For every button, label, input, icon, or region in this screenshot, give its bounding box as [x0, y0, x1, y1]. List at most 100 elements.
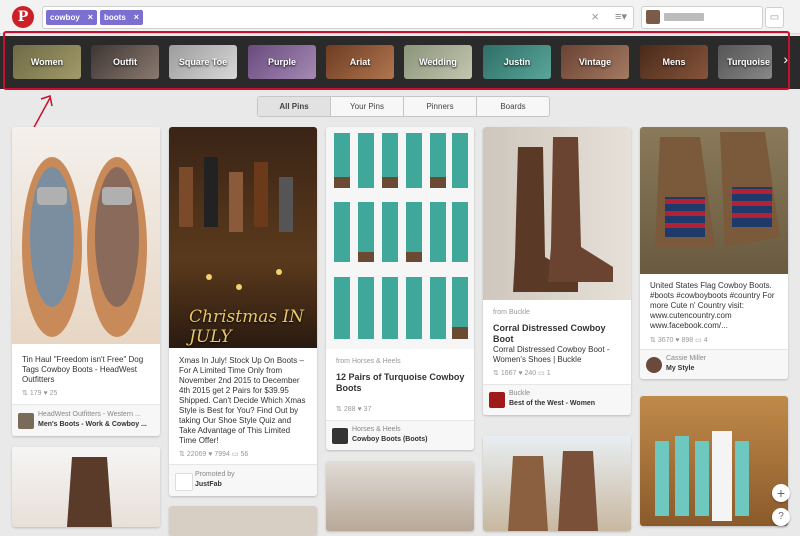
add-pin-icon[interactable]: +	[772, 484, 790, 502]
remove-token-icon[interactable]: ×	[134, 10, 139, 25]
pin-title[interactable]: 12 Pairs of Turquoise Cowboy Boots	[336, 372, 466, 394]
like-icon: ♥	[43, 390, 48, 397]
repin-icon: ⇅	[336, 406, 342, 413]
pin-attribution[interactable]: HeadWest Outfitters - Western ... Men's …	[12, 404, 160, 436]
repin-icon: ⇅	[22, 390, 28, 397]
promo-overlay-text: Christmas IN JULY	[189, 307, 305, 347]
tab-boards[interactable]: Boards	[477, 97, 549, 116]
like-count: 898	[681, 337, 694, 344]
pin-image[interactable]	[483, 436, 631, 531]
search-menu-icon[interactable]: ≡▾	[615, 10, 627, 23]
pin-card[interactable]	[640, 396, 788, 526]
pin-description: Corral Distressed Cowboy Boot - Women's …	[493, 345, 610, 364]
advertiser-name[interactable]: JustFab	[195, 481, 222, 488]
pin-card[interactable]	[169, 506, 317, 536]
pin-image[interactable]	[12, 127, 160, 344]
tab-pinners[interactable]: Pinners	[404, 97, 477, 116]
like-count: 7994	[214, 451, 230, 458]
like-icon: ♥	[675, 337, 680, 344]
pin-image[interactable]	[326, 461, 474, 531]
pin-description: Tin Haul "Freedom isn't Free" Dog Tags C…	[22, 355, 144, 384]
pin-attribution[interactable]: Cassie Miller My Style	[640, 349, 788, 379]
token-label: boots	[104, 13, 126, 22]
comment-count: 56	[240, 451, 249, 458]
board-name[interactable]: Cowboy Boots (Boots)	[352, 436, 427, 443]
pin-card[interactable]: Tin Haul "Freedom isn't Free" Dog Tags C…	[12, 127, 160, 436]
comment-count: 1	[546, 370, 551, 377]
search-token-cowboy[interactable]: cowboy ×	[46, 10, 98, 25]
pin-image[interactable]	[326, 127, 474, 349]
pin-title[interactable]: Corral Distressed Cowboy Boot	[493, 323, 623, 345]
comment-icon: ▭	[695, 337, 702, 344]
help-icon[interactable]: ?	[772, 508, 790, 526]
pin-image[interactable]	[640, 127, 788, 274]
tab-your-pins[interactable]: Your Pins	[331, 97, 404, 116]
repin-count: 3670	[657, 337, 674, 344]
tab-all-pins[interactable]: All Pins	[258, 97, 331, 116]
clear-search-icon[interactable]: ×	[591, 9, 599, 24]
username-redacted	[664, 13, 704, 21]
pin-card[interactable]: United States Flag Cowboy Boots. #boots …	[640, 127, 788, 379]
pin-image[interactable]	[169, 506, 317, 536]
pin-stats: ⇅ 1667 ♥ 240 ▭ 1	[493, 369, 551, 377]
pin-stats: ⇅ 22069 ♥ 7994 ▭ 56	[179, 450, 248, 458]
pin-image[interactable]	[12, 447, 160, 527]
pin-stats: ⇅ 179 ♥ 25	[22, 389, 57, 397]
source-avatar	[18, 413, 34, 429]
result-filter-tabs: All Pins Your Pins Pinners Boards	[257, 96, 550, 117]
pin-stats: ⇅ 288 ♥ 37	[336, 405, 371, 413]
comment-icon: ▭	[231, 451, 239, 458]
pin-attribution[interactable]: Buckle Best of the West - Women	[483, 384, 631, 415]
pin-source[interactable]: from Buckle	[493, 309, 530, 316]
repin-icon: ⇅	[650, 337, 656, 344]
repin-count: 179	[29, 390, 42, 397]
top-bar: P cowboy × boots × × ≡▾ ▭	[0, 0, 800, 34]
pin-attribution[interactable]: Horses & Heels Cowboy Boots (Boots)	[326, 420, 474, 450]
avatar	[646, 10, 660, 24]
source-name[interactable]: HeadWest Outfitters - Western ...	[38, 411, 141, 418]
messages-icon[interactable]: ▭	[765, 7, 784, 28]
board-name[interactable]: Best of the West - Women	[509, 400, 595, 407]
comment-count: 4	[703, 337, 708, 344]
pinterest-logo-icon[interactable]: P	[12, 6, 34, 28]
board-name[interactable]: My Style	[666, 365, 694, 372]
pin-card[interactable]: from Buckle Corral Distressed Cowboy Boo…	[483, 127, 631, 415]
pin-attribution[interactable]: Promoted by JustFab	[169, 464, 317, 496]
pin-card[interactable]	[326, 461, 474, 531]
pin-card[interactable]	[483, 436, 631, 531]
repin-count: 1667	[500, 370, 517, 377]
remove-token-icon[interactable]: ×	[88, 10, 93, 25]
like-icon: ♥	[357, 406, 362, 413]
search-input[interactable]: cowboy × boots × × ≡▾	[42, 6, 634, 29]
pin-stats: ⇅ 3670 ♥ 898 ▭ 4	[650, 336, 708, 344]
pinner-name[interactable]: Cassie Miller	[666, 355, 706, 362]
user-profile-button[interactable]	[641, 6, 763, 29]
pin-image[interactable]	[483, 127, 631, 300]
like-icon: ♥	[208, 451, 213, 458]
comment-icon: ▭	[538, 370, 545, 377]
buckle-logo-icon	[489, 392, 505, 408]
pin-card[interactable]	[12, 447, 160, 527]
pin-image[interactable]	[640, 396, 788, 526]
like-count: 25	[49, 390, 58, 397]
board-name[interactable]: Men's Boots - Work & Cowboy ...	[38, 421, 147, 428]
repin-count: 22069	[186, 451, 207, 458]
promoted-label: Promoted by	[195, 471, 235, 478]
source-avatar	[332, 428, 348, 444]
like-count: 37	[363, 406, 372, 413]
pin-description: Xmas In July! Stock Up On Boots – For A …	[179, 356, 306, 445]
annotation-box	[3, 31, 790, 90]
pin-card[interactable]: from Horses & Heels 12 Pairs of Turquois…	[326, 127, 474, 450]
source-name[interactable]: Horses & Heels	[352, 426, 401, 433]
repin-count: 288	[343, 406, 356, 413]
pin-description: United States Flag Cowboy Boots. #boots …	[650, 281, 775, 330]
repin-icon: ⇅	[179, 451, 185, 458]
pin-source[interactable]: from Horses & Heels	[336, 358, 401, 365]
pin-card[interactable]: Christmas IN JULY Xmas In July! Stock Up…	[169, 127, 317, 496]
source-name[interactable]: Buckle	[509, 390, 530, 397]
token-label: cowboy	[50, 13, 80, 22]
search-token-boots[interactable]: boots ×	[100, 10, 144, 25]
like-count: 240	[524, 370, 537, 377]
pinner-avatar	[646, 357, 662, 373]
pin-image[interactable]: Christmas IN JULY	[169, 127, 317, 348]
